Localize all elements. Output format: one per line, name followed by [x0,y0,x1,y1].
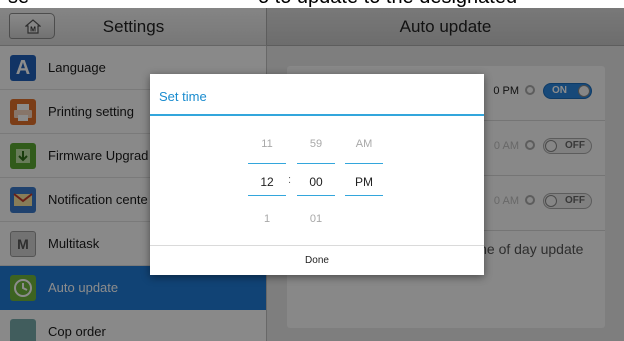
hour-picker[interactable]: 11 12 1 [248,132,286,228]
picker-selection-line [248,195,286,196]
cropped-caption: se o to update to the designated [0,0,624,8]
minute-next[interactable]: 01 [297,213,335,225]
app-window: M Settings Auto update A Language Printi… [0,8,624,341]
minute-prev[interactable]: 59 [297,138,335,150]
picker-selection-line [297,195,335,196]
caption-left-text: se [8,0,29,8]
picker-selection-line [248,163,286,164]
ampm-prev[interactable]: AM [345,138,383,150]
ampm-picker[interactable]: AM PM [345,132,383,228]
hour-next[interactable]: 1 [248,213,286,225]
minute-current[interactable]: 00 [297,175,335,189]
picker-selection-line [297,163,335,164]
ampm-current[interactable]: PM [345,175,383,189]
picker-selection-line [345,163,383,164]
hour-current[interactable]: 12 [248,175,286,189]
set-time-dialog: Set time 11 12 1 : 59 00 01 AM PM Done [150,74,484,275]
done-button[interactable]: Done [150,246,484,275]
hour-prev[interactable]: 11 [248,138,286,150]
dialog-title: Set time [159,89,207,104]
picker-selection-line [345,195,383,196]
caption-right-text: o to update to the designated [258,0,517,8]
dialog-title-divider [150,114,484,116]
time-separator: : [288,174,292,186]
minute-picker[interactable]: 59 00 01 [297,132,335,228]
